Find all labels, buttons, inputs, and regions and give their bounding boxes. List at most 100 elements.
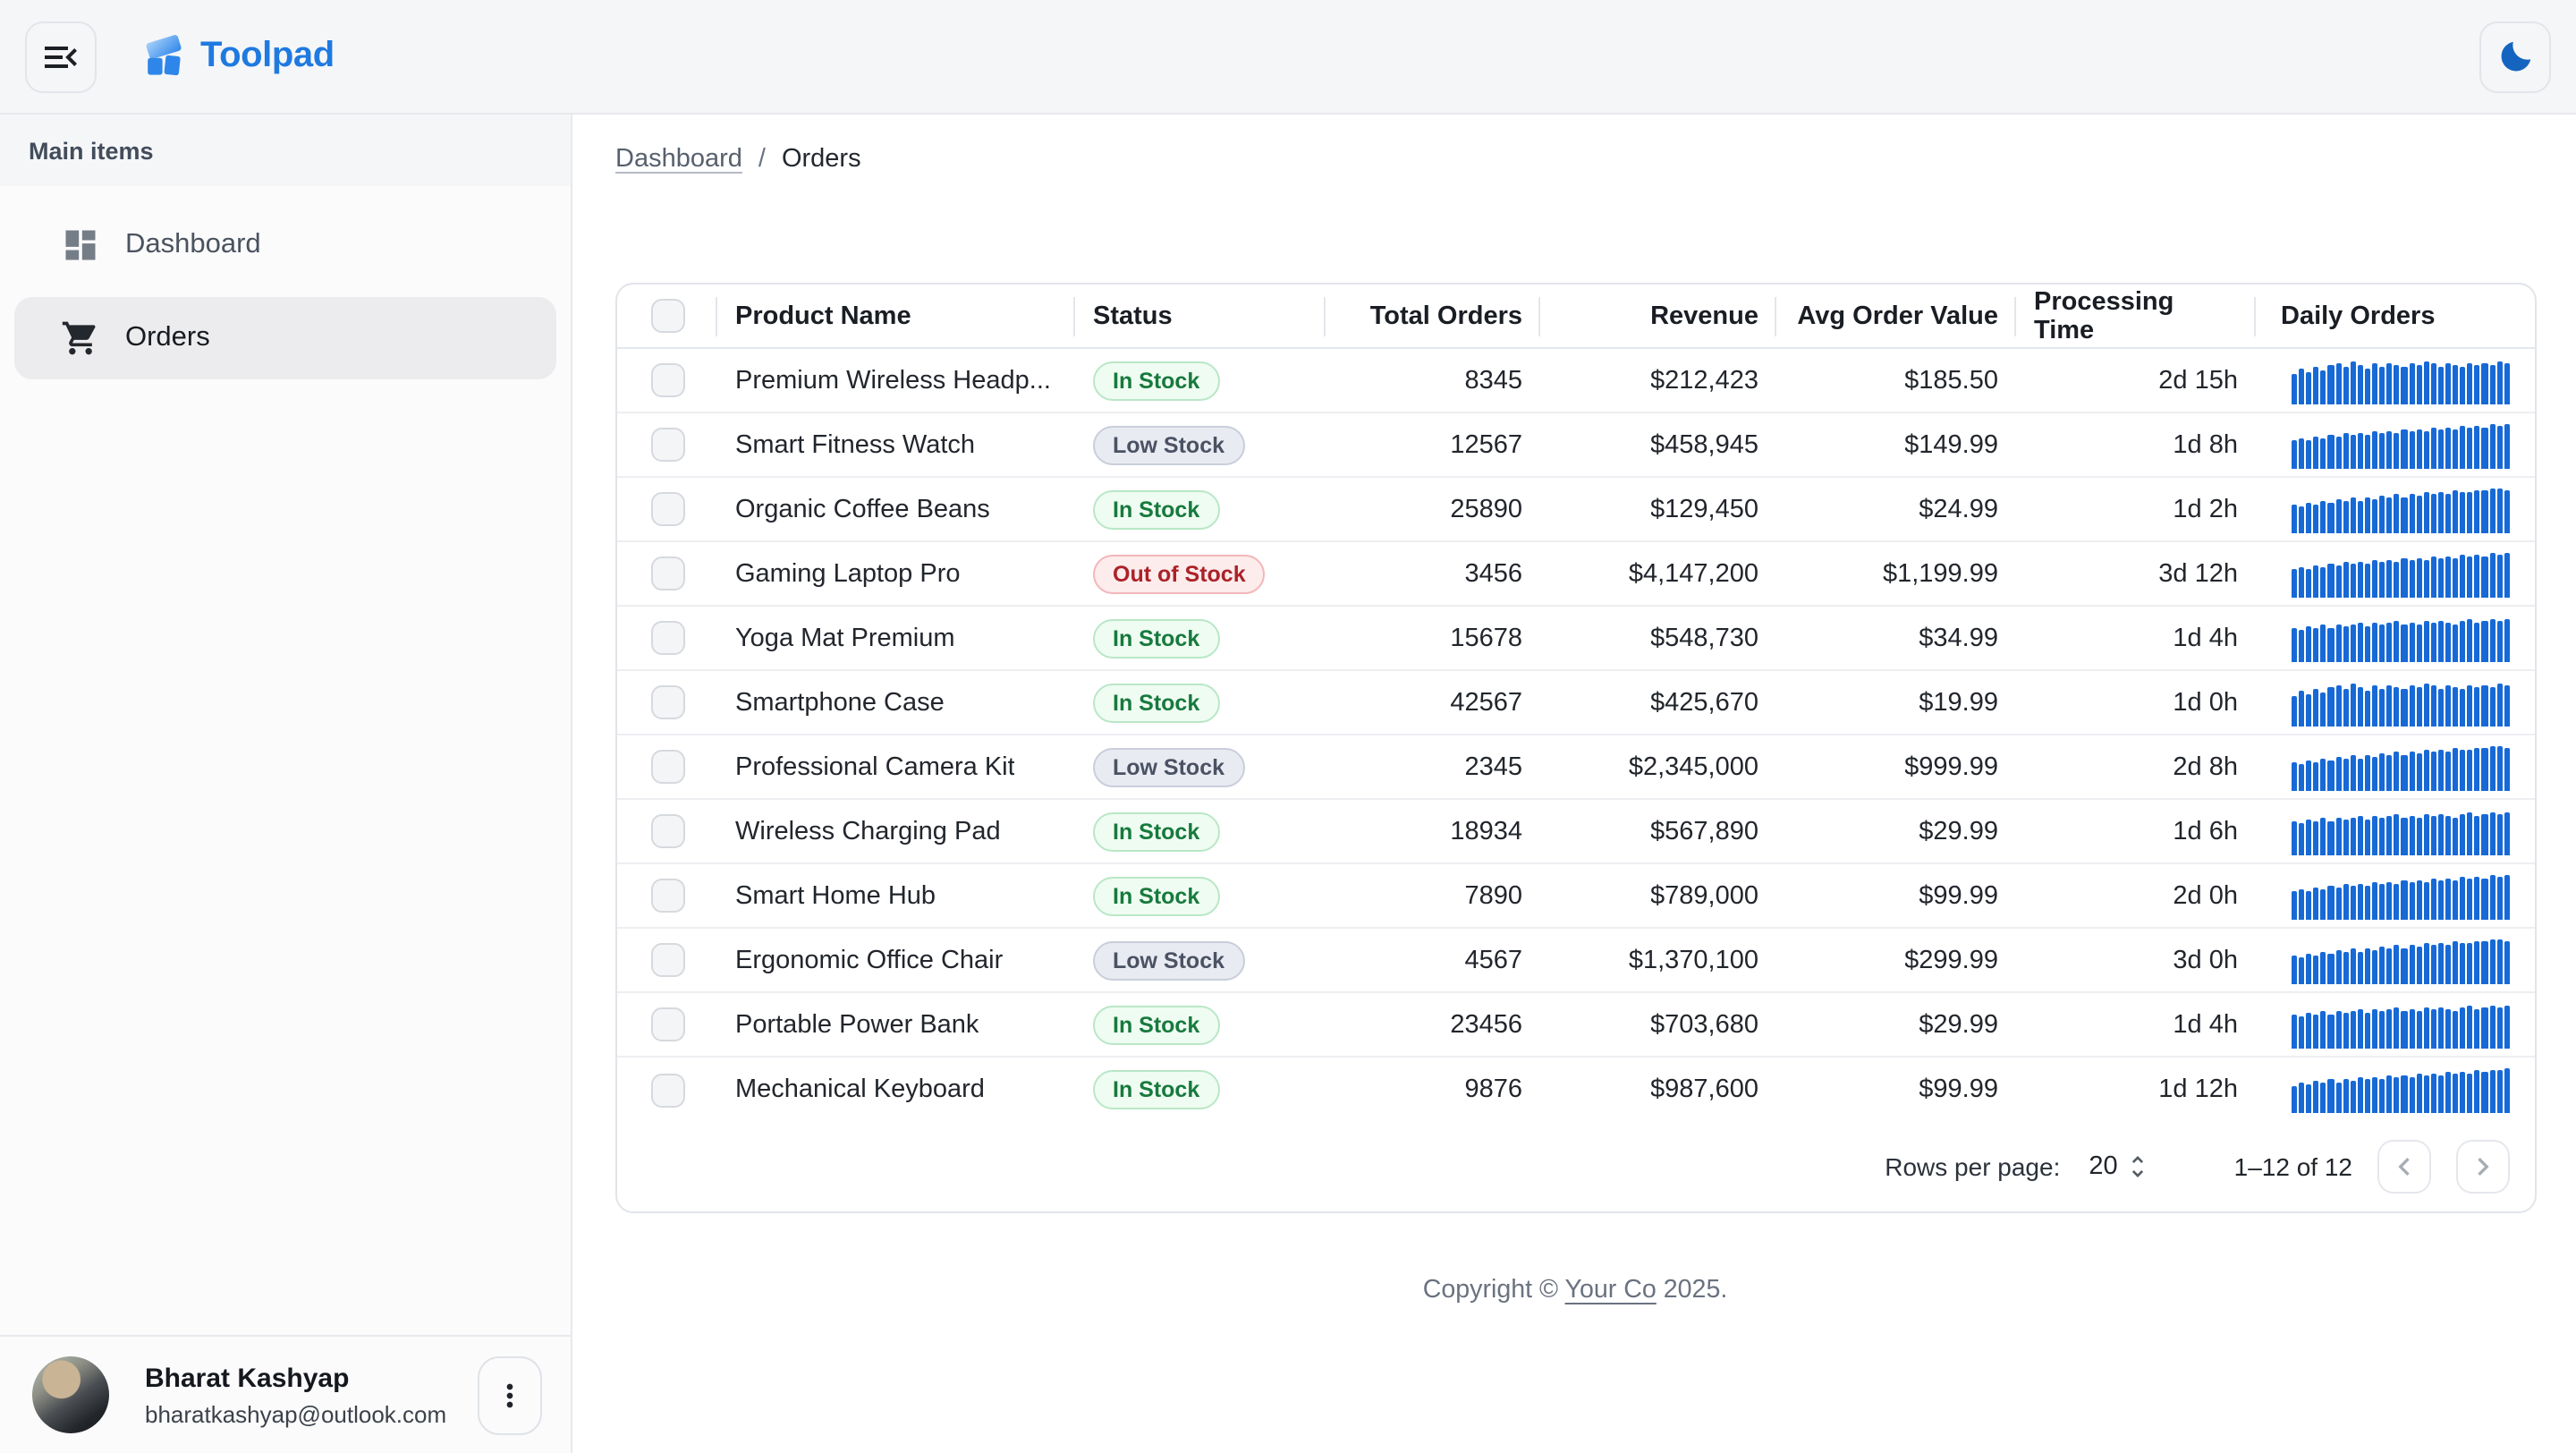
sparkline-bar bbox=[2299, 631, 2304, 661]
sidebar-item-dashboard[interactable]: Dashboard bbox=[14, 204, 556, 286]
row-checkbox[interactable] bbox=[650, 557, 684, 591]
product-cell: Professional Camera Kit bbox=[717, 735, 1075, 798]
revenue-cell: $567,890 bbox=[1540, 800, 1776, 862]
sparkline-bar bbox=[2351, 887, 2356, 919]
row-checkbox[interactable] bbox=[650, 363, 684, 397]
row-checkbox[interactable] bbox=[650, 685, 684, 719]
user-menu-button[interactable] bbox=[478, 1355, 542, 1434]
sparkline-bar bbox=[2504, 552, 2509, 597]
sparkline-bar bbox=[2386, 816, 2392, 854]
row-checkbox[interactable] bbox=[650, 492, 684, 526]
table-row[interactable]: Smart Home HubIn Stock7890$789,000$99.99… bbox=[617, 864, 2535, 929]
row-checkbox[interactable] bbox=[650, 621, 684, 655]
previous-page-button[interactable] bbox=[2377, 1139, 2431, 1193]
table-row[interactable]: Gaming Laptop ProOut of Stock3456$4,147,… bbox=[617, 542, 2535, 607]
column-header-daily-orders[interactable]: Daily Orders bbox=[2256, 285, 2537, 347]
row-checkbox[interactable] bbox=[650, 814, 684, 848]
row-checkbox[interactable] bbox=[650, 428, 684, 462]
sparkline-bar bbox=[2504, 423, 2509, 468]
sparkline-bar bbox=[2445, 684, 2451, 726]
sparkline-bar bbox=[2416, 1011, 2421, 1048]
sparkline-bar bbox=[2453, 1074, 2458, 1113]
avg-order-value-cell: $1,199.99 bbox=[1776, 542, 2016, 605]
row-checkbox[interactable] bbox=[650, 1073, 684, 1107]
table-row[interactable]: Professional Camera KitLow Stock2345$2,3… bbox=[617, 735, 2535, 800]
sparkline-bar bbox=[2496, 1007, 2502, 1048]
sparkline-bar bbox=[2445, 1008, 2451, 1048]
sidebar-collapse-button[interactable] bbox=[25, 21, 97, 92]
avatar[interactable] bbox=[32, 1356, 109, 1433]
sparkline-bar bbox=[2335, 817, 2341, 854]
sparkline-bar bbox=[2445, 622, 2451, 661]
sparkline-bar bbox=[2343, 1079, 2348, 1113]
product-value: Yoga Mat Premium bbox=[735, 624, 955, 652]
theme-toggle-button[interactable] bbox=[2479, 21, 2551, 92]
processing-time-value: 1d 8h bbox=[2173, 430, 2238, 459]
sparkline-bar bbox=[2306, 760, 2311, 790]
revenue-cell: $458,945 bbox=[1540, 413, 1776, 476]
sparkline-bar bbox=[2328, 504, 2334, 532]
table-row[interactable]: Smart Fitness WatchLow Stock12567$458,94… bbox=[617, 413, 2535, 478]
row-checkbox[interactable] bbox=[650, 943, 684, 977]
sparkline-bar bbox=[2314, 1015, 2319, 1048]
avg-order-value-value: $299.99 bbox=[1904, 946, 1998, 974]
sparkline-bar bbox=[2423, 1075, 2428, 1113]
sparkline-bar bbox=[2314, 956, 2319, 983]
table-row[interactable]: Smartphone CaseIn Stock42567$425,670$19.… bbox=[617, 671, 2535, 735]
sparkline-bar bbox=[2468, 363, 2473, 404]
row-checkbox[interactable] bbox=[650, 879, 684, 913]
sparkline-bar bbox=[2482, 362, 2487, 404]
sparkline-chart bbox=[2292, 872, 2510, 919]
sidebar-item-orders[interactable]: Orders bbox=[14, 297, 556, 379]
table-row[interactable]: Mechanical KeyboardIn Stock9876$987,600$… bbox=[617, 1058, 2535, 1122]
next-page-button[interactable] bbox=[2456, 1139, 2510, 1193]
sparkline-bar bbox=[2358, 952, 2363, 983]
table-row[interactable]: Premium Wireless Headp...In Stock8345$21… bbox=[617, 349, 2535, 413]
column-header-total-orders[interactable]: Total Orders bbox=[1326, 285, 1540, 347]
sparkline-bar bbox=[2423, 430, 2428, 468]
column-header-status[interactable]: Status bbox=[1075, 285, 1326, 347]
status-cell: In Stock bbox=[1075, 864, 1326, 927]
app-root: Toolpad Main items Dashboard Orders bbox=[0, 0, 2576, 1453]
sparkline-bar bbox=[2409, 1008, 2414, 1048]
column-header-revenue[interactable]: Revenue bbox=[1540, 285, 1776, 347]
sparkline-bar bbox=[2372, 431, 2377, 468]
table-row[interactable]: Portable Power BankIn Stock23456$703,680… bbox=[617, 993, 2535, 1058]
processing-time-cell: 2d 15h bbox=[2016, 349, 2256, 412]
sparkline-bar bbox=[2496, 361, 2502, 404]
column-header-product-name[interactable]: Product Name bbox=[717, 285, 1075, 347]
company-link[interactable]: Your Co bbox=[1565, 1276, 1657, 1304]
row-checkbox[interactable] bbox=[650, 750, 684, 784]
row-checkbox[interactable] bbox=[650, 1007, 684, 1041]
rows-per-page-select[interactable]: 20 bbox=[2089, 1151, 2151, 1180]
sparkline-bar bbox=[2299, 889, 2304, 919]
sparkline-bar bbox=[2299, 506, 2304, 532]
sparkline-bar bbox=[2445, 815, 2451, 854]
row-checkbox-cell bbox=[617, 607, 717, 669]
product-cell: Smartphone Case bbox=[717, 671, 1075, 734]
daily-orders-sparkline bbox=[2256, 864, 2537, 927]
sparkline-bar bbox=[2416, 1074, 2421, 1113]
app-title: Toolpad bbox=[200, 36, 335, 77]
sparkline-bar bbox=[2306, 1085, 2311, 1113]
sparkline-bar bbox=[2365, 497, 2370, 532]
breadcrumb-dashboard-link[interactable]: Dashboard bbox=[615, 145, 742, 174]
table-row[interactable]: Organic Coffee BeansIn Stock25890$129,45… bbox=[617, 478, 2535, 542]
row-checkbox-cell bbox=[617, 800, 717, 862]
sparkline-bar bbox=[2314, 366, 2319, 404]
sparkline-bar bbox=[2402, 947, 2407, 983]
column-header-avg-order-value[interactable]: Avg Order Value bbox=[1776, 285, 2016, 347]
column-header-processing-time[interactable]: Processing Time bbox=[2016, 285, 2256, 347]
table-row[interactable]: Yoga Mat PremiumIn Stock15678$548,730$34… bbox=[617, 607, 2535, 671]
select-all-checkbox[interactable] bbox=[650, 299, 684, 333]
sparkline-bar bbox=[2335, 888, 2341, 919]
table-header-row: Product NameStatusTotal OrdersRevenueAvg… bbox=[617, 285, 2535, 349]
table-row[interactable]: Wireless Charging PadIn Stock18934$567,8… bbox=[617, 800, 2535, 864]
sparkline-bar bbox=[2394, 432, 2400, 468]
sparkline-bar bbox=[2431, 752, 2436, 790]
sparkline-bar bbox=[2328, 821, 2334, 854]
sparkline-bar bbox=[2468, 428, 2473, 468]
sparkline-bar bbox=[2431, 557, 2436, 597]
processing-time-value: 3d 0h bbox=[2173, 946, 2238, 974]
table-row[interactable]: Ergonomic Office ChairLow Stock4567$1,37… bbox=[617, 929, 2535, 993]
